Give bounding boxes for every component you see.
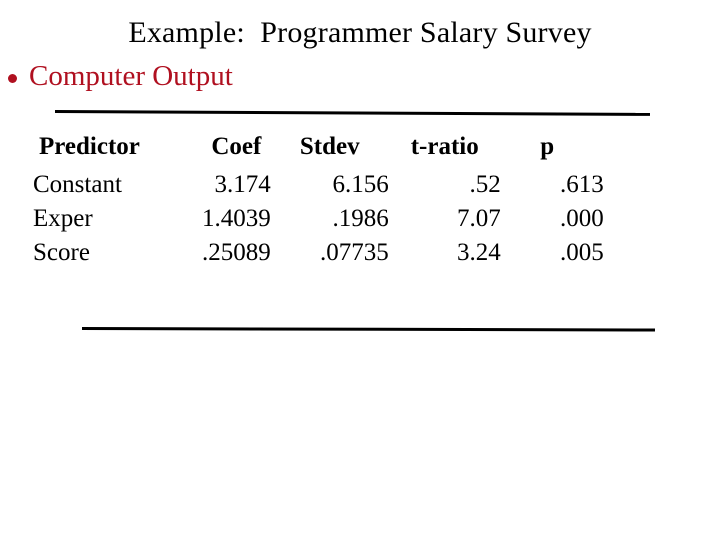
bullet-dot-icon xyxy=(8,74,17,83)
table-row: Constant 3.174 6.156 .52 .613 xyxy=(33,168,604,202)
bullet-item-label: Computer Output xyxy=(29,60,233,92)
cell-coef: .25089 xyxy=(202,239,271,266)
cell-stdev: 6.156 xyxy=(332,171,389,198)
cell-predictor: Score xyxy=(33,239,90,266)
cell-p: .005 xyxy=(560,239,604,266)
cell-predictor: Constant xyxy=(33,171,122,198)
page-title: Example: Programmer Salary Survey xyxy=(128,16,592,49)
cell-t-ratio: 3.24 xyxy=(457,239,501,266)
column-header-predictor: Predictor xyxy=(39,133,140,160)
column-header-coef: Coef xyxy=(211,133,262,160)
table-header-row: Predictor Coef Stdev t-ratio p xyxy=(33,134,604,168)
cell-coef: 3.174 xyxy=(214,171,271,198)
cell-p: .000 xyxy=(560,205,604,232)
cell-coef: 1.4039 xyxy=(202,205,271,232)
cell-t-ratio: 7.07 xyxy=(457,205,501,232)
cell-stdev: .1986 xyxy=(332,205,389,232)
cell-stdev: .07735 xyxy=(320,239,389,266)
regression-output-table: Predictor Coef Stdev t-ratio p Constant … xyxy=(33,134,604,270)
column-header-t-ratio: t-ratio xyxy=(410,133,479,160)
slide: Example: Programmer Salary Survey Comput… xyxy=(0,0,720,540)
table-bottom-rule xyxy=(81,327,656,332)
cell-predictor: Exper xyxy=(33,205,93,232)
bullet-item-computer-output: Computer Output xyxy=(8,60,233,93)
table-row: Exper 1.4039 .1986 7.07 .000 xyxy=(33,202,604,236)
table-top-rule xyxy=(54,110,651,116)
column-header-stdev: Stdev xyxy=(299,133,360,160)
cell-t-ratio: .52 xyxy=(469,171,501,198)
cell-p: .613 xyxy=(560,171,604,198)
table-row: Score .25089 .07735 3.24 .005 xyxy=(33,236,604,270)
column-header-p: p xyxy=(540,133,555,160)
